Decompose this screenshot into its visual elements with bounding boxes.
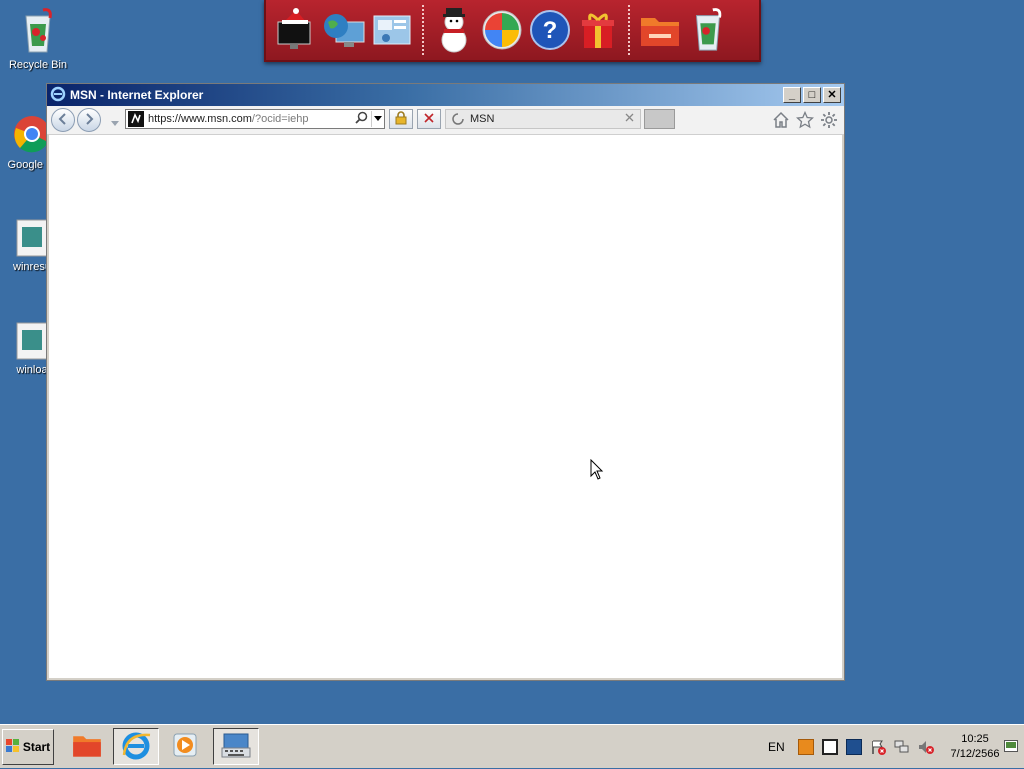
taskbar-on-screen-keyboard-button[interactable] xyxy=(213,728,259,765)
tab-label: MSN xyxy=(470,113,495,125)
arrow-right-icon xyxy=(83,112,95,128)
start-button[interactable]: Start xyxy=(2,729,54,765)
browser-command-icons xyxy=(772,110,838,132)
loading-spinner-icon xyxy=(452,113,464,125)
dock-separator xyxy=(628,5,630,55)
gift-icon[interactable] xyxy=(575,5,621,55)
tray-app-icon[interactable] xyxy=(798,739,814,755)
maximize-button[interactable]: □ xyxy=(803,87,821,103)
home-icon[interactable] xyxy=(772,111,790,132)
language-indicator[interactable]: EN xyxy=(768,740,798,754)
back-button[interactable] xyxy=(51,108,75,132)
search-icon[interactable] xyxy=(355,111,368,127)
document-icon xyxy=(15,321,49,361)
svg-text:?: ? xyxy=(543,17,558,44)
ie-logo-icon xyxy=(50,86,66,105)
start-label: Start xyxy=(22,740,51,754)
gear-icon[interactable] xyxy=(820,111,838,132)
clock-date: 7/12/2566 xyxy=(950,748,1000,760)
dock-bar: ? xyxy=(264,0,761,62)
recent-pages-dropdown-icon[interactable] xyxy=(111,116,119,130)
ie-logo-icon xyxy=(120,729,152,764)
system-tray: EN xyxy=(768,725,942,769)
show-desktop-icon[interactable] xyxy=(1004,740,1018,752)
action-center-flag-icon[interactable] xyxy=(870,739,886,755)
windows-logo-icon[interactable] xyxy=(479,5,525,55)
dock-separator xyxy=(422,5,424,55)
new-tab-button[interactable] xyxy=(644,109,675,129)
window-title: MSN - Internet Explorer xyxy=(70,88,204,102)
minimize-button[interactable]: _ xyxy=(783,87,801,103)
media-player-icon xyxy=(170,730,200,763)
close-icon xyxy=(424,112,434,126)
forward-button[interactable] xyxy=(77,108,101,132)
address-bar[interactable]: https://www.msn.com/?ocid=iehp xyxy=(125,109,385,129)
desktop-icon-label: Recycle Bin xyxy=(8,59,68,71)
close-tab-icon[interactable] xyxy=(625,113,634,125)
taskbar-ie-button[interactable] xyxy=(113,728,159,765)
network-icon[interactable] xyxy=(894,739,910,755)
arrow-left-icon xyxy=(57,112,69,128)
tray-box-icon[interactable] xyxy=(822,739,838,755)
security-lock-button[interactable] xyxy=(389,109,413,129)
globe-monitor-icon[interactable] xyxy=(321,5,367,55)
control-panel-icon[interactable] xyxy=(369,5,415,55)
recycle-bin-icon[interactable] xyxy=(685,5,731,55)
address-dropdown-button[interactable] xyxy=(371,111,384,127)
windows-flag-icon xyxy=(5,738,20,756)
msn-site-icon xyxy=(128,111,144,127)
taskbar-explorer-button[interactable] xyxy=(64,728,110,765)
title-bar[interactable]: MSN - Internet Explorer _ □ ✕ xyxy=(47,84,844,106)
clock-time: 10:25 xyxy=(961,733,989,745)
folder-icon[interactable] xyxy=(637,5,683,55)
tray-monitor-icon[interactable] xyxy=(846,739,862,755)
mouse-cursor-icon xyxy=(590,458,604,484)
taskbar: Start EN 10:25 7/12/2566 xyxy=(0,724,1024,768)
volume-muted-icon[interactable] xyxy=(918,739,934,755)
snowman-icon[interactable] xyxy=(431,5,477,55)
url-prefix: https://www. xyxy=(148,113,208,125)
santa-monitor-icon[interactable] xyxy=(273,5,319,55)
address-url[interactable]: https://www.msn.com/?ocid=iehp xyxy=(144,113,355,125)
stop-button[interactable] xyxy=(417,109,441,129)
help-icon[interactable]: ? xyxy=(527,5,573,55)
tab-msn[interactable]: MSN xyxy=(445,109,641,129)
url-domain: msn.com xyxy=(207,113,252,125)
taskbar-media-player-button[interactable] xyxy=(162,728,208,765)
browser-window: MSN - Internet Explorer _ □ ✕ https://ww… xyxy=(46,83,845,681)
clock[interactable]: 10:25 7/12/2566 xyxy=(946,732,1004,762)
document-icon xyxy=(15,218,49,258)
favorites-star-icon[interactable] xyxy=(795,110,815,132)
close-button[interactable]: ✕ xyxy=(823,87,841,103)
lock-icon xyxy=(394,110,408,128)
recycle-bin-icon xyxy=(18,6,58,56)
desktop-icon-recycle-bin[interactable]: Recycle Bin xyxy=(0,6,76,71)
folder-icon xyxy=(69,729,105,764)
url-path: /?ocid=iehp xyxy=(251,113,309,125)
browser-toolbar: https://www.msn.com/?ocid=iehp MSN xyxy=(47,106,844,135)
keyboard-icon xyxy=(220,730,252,763)
page-content-area[interactable] xyxy=(49,135,842,678)
